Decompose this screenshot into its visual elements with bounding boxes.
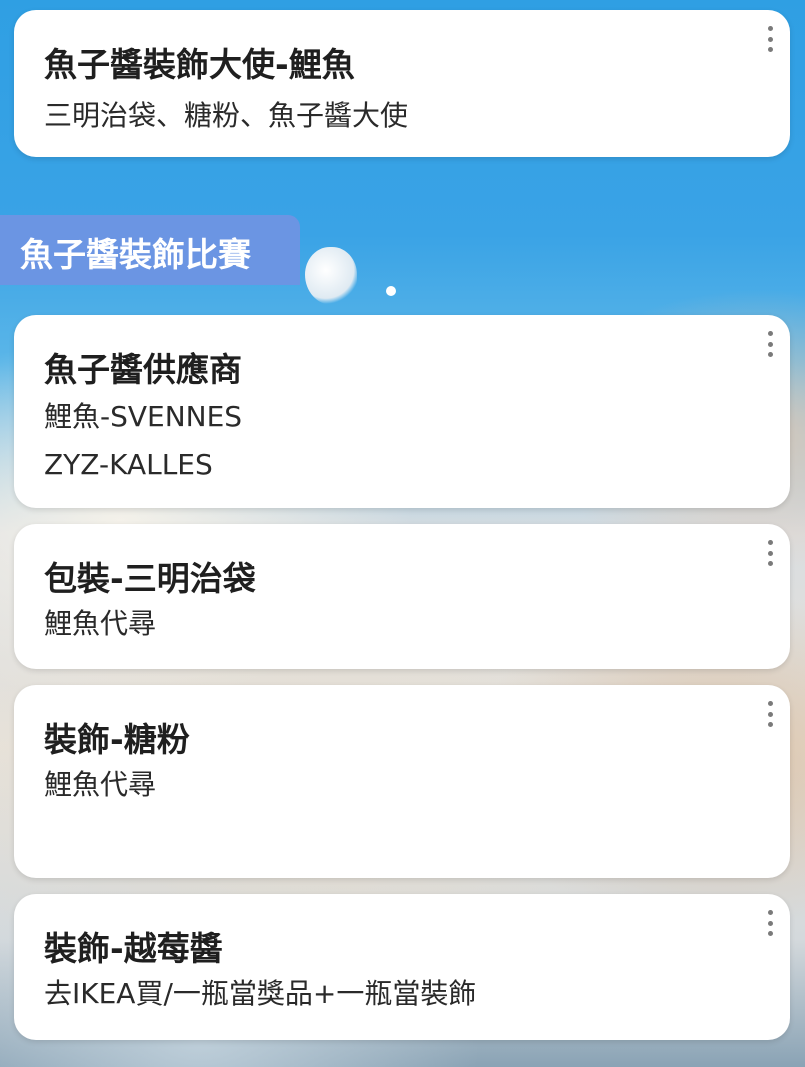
background-splash-decoration xyxy=(305,247,357,305)
card-title: 裝飾-越莓醬 xyxy=(44,929,223,968)
card-line: 鯉魚代尋 xyxy=(44,607,157,640)
more-vertical-icon[interactable] xyxy=(762,701,778,727)
card-description: 三明治袋、糖粉、魚子醬大使 xyxy=(44,92,408,140)
card-lingonberry[interactable]: 裝飾-越莓醬 去IKEA買/一瓶當獎品+一瓶當裝飾 xyxy=(14,894,790,1040)
card-description: 鯉魚代尋 xyxy=(44,761,156,809)
card-title: 魚子醬供應商 xyxy=(44,350,242,389)
card-line: 鯉魚-SVENNES xyxy=(44,400,243,433)
section-title: 魚子醬裝飾比賽 xyxy=(20,235,251,274)
card-ambassador[interactable]: 魚子醬裝飾大使-鯉魚 三明治袋、糖粉、魚子醬大使 xyxy=(14,10,790,157)
more-vertical-icon[interactable] xyxy=(762,26,778,52)
card-description: 鯉魚代尋 xyxy=(44,600,156,648)
more-vertical-icon[interactable] xyxy=(762,331,778,357)
card-description: 鯉魚-SVENNES ZYZ-KALLES xyxy=(44,393,242,489)
card-line: 鯉魚代尋 xyxy=(44,768,157,801)
card-title: 裝飾-糖粉 xyxy=(44,720,190,759)
card-description: 去IKEA買/一瓶當獎品+一瓶當裝飾 xyxy=(44,970,476,1018)
card-line: 去IKEA買/一瓶當獎品+一瓶當裝飾 xyxy=(44,977,477,1010)
section-header: 魚子醬裝飾比賽 xyxy=(0,215,300,285)
card-title: 包裝-三明治袋 xyxy=(44,559,256,598)
card-supplier[interactable]: 魚子醬供應商 鯉魚-SVENNES ZYZ-KALLES xyxy=(14,315,790,508)
more-vertical-icon[interactable] xyxy=(762,540,778,566)
card-title: 魚子醬裝飾大使-鯉魚 xyxy=(44,45,355,84)
card-packaging[interactable]: 包裝-三明治袋 鯉魚代尋 xyxy=(14,524,790,669)
card-line: 三明治袋、糖粉、魚子醬大使 xyxy=(44,99,409,132)
card-line: ZYZ-KALLES xyxy=(44,448,213,481)
card-sugar[interactable]: 裝飾-糖粉 鯉魚代尋 xyxy=(14,685,790,878)
background-dot-decoration xyxy=(386,286,396,296)
more-vertical-icon[interactable] xyxy=(762,910,778,936)
